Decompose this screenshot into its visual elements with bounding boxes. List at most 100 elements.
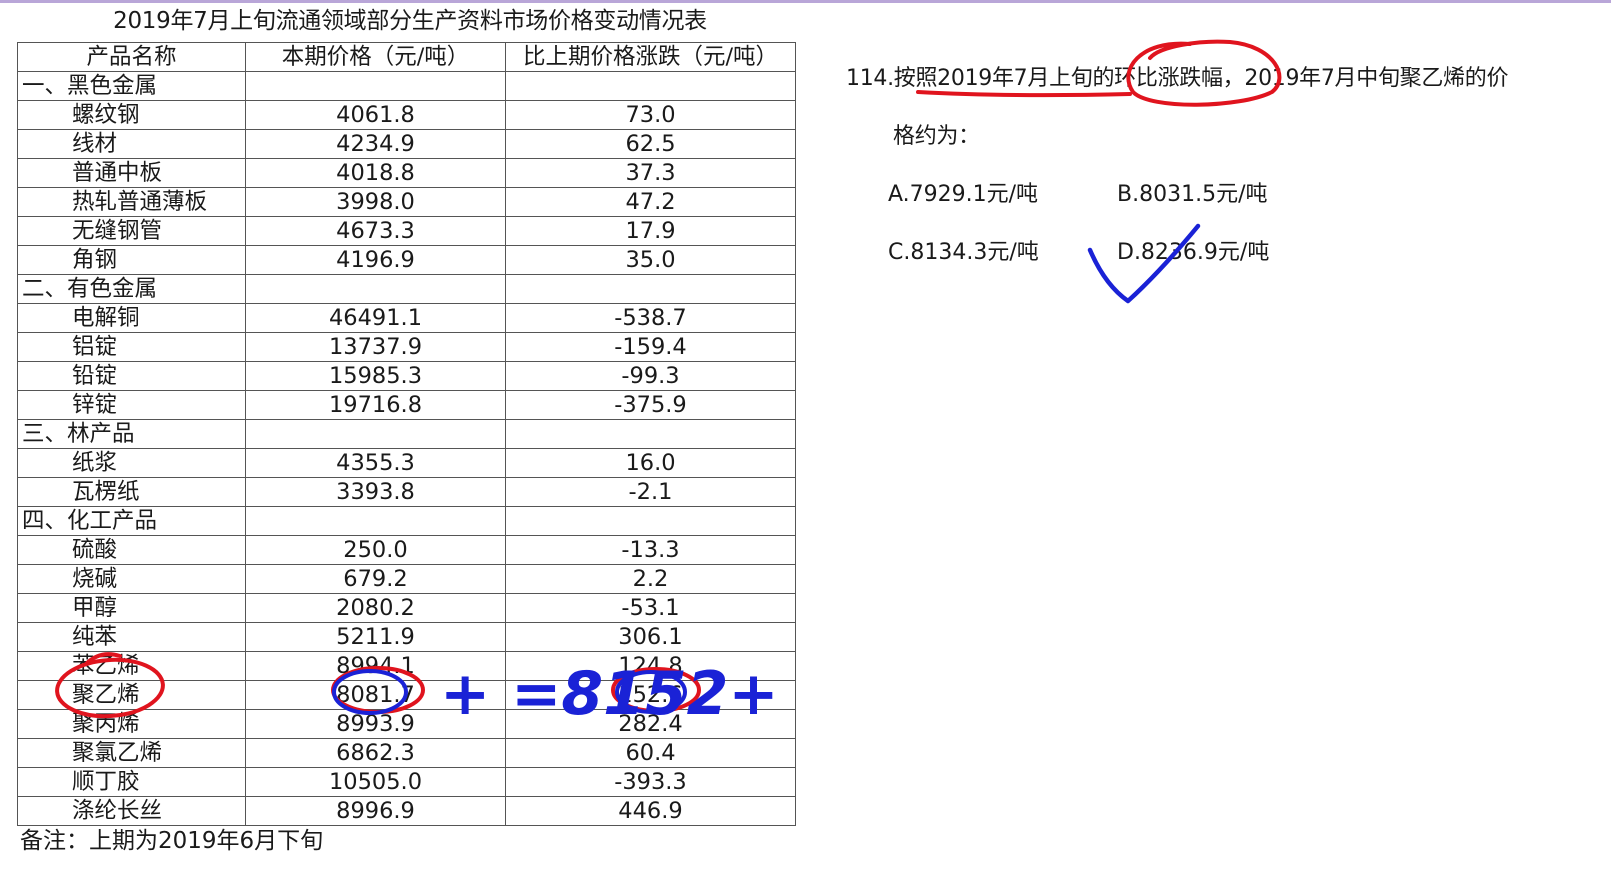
price-change: -538.7	[505, 303, 796, 333]
price-change: 60.4	[505, 738, 796, 768]
window-top-border	[0, 0, 1611, 3]
table-row: 铅锭 15985.3 -99.3	[17, 361, 796, 391]
price-change: 73.0	[505, 100, 796, 130]
price-change	[505, 419, 796, 449]
price-change: 152.6	[505, 680, 796, 710]
price-change	[505, 506, 796, 536]
category-name: 一、黑色金属	[17, 71, 246, 101]
current-price: 19716.8	[245, 390, 506, 420]
option-c: C.8134.3元/吨	[888, 240, 1039, 265]
current-price: 4234.9	[245, 129, 506, 159]
price-change: -159.4	[505, 332, 796, 362]
table-row: 顺丁胶 10505.0 -393.3	[17, 767, 796, 797]
price-change: -53.1	[505, 593, 796, 623]
product-name: 锌锭	[17, 390, 246, 420]
current-price: 13737.9	[245, 332, 506, 362]
table-row: 烧碱 679.2 2.2	[17, 564, 796, 594]
current-price	[245, 274, 506, 304]
current-price	[245, 419, 506, 449]
price-table: 产品名称 本期价格（元/吨） 比上期价格涨跌（元/吨） 一、黑色金属 螺纹钢 406…	[17, 42, 796, 826]
current-price: 4061.8	[245, 100, 506, 130]
table-body: 一、黑色金属 螺纹钢 4061.8 73.0 线材 4234.9 62.5 普通中板 4018.…	[17, 71, 796, 826]
current-price: 15985.3	[245, 361, 506, 391]
price-change: 306.1	[505, 622, 796, 652]
price-change	[505, 71, 796, 101]
table-header-row: 产品名称 本期价格（元/吨） 比上期价格涨跌（元/吨）	[17, 42, 796, 72]
category-name: 四、化工产品	[17, 506, 246, 536]
product-name: 无缝钢管	[17, 216, 246, 246]
current-price: 3393.8	[245, 477, 506, 507]
option-b: B.8031.5元/吨	[1117, 182, 1268, 207]
product-name: 甲醇	[17, 593, 246, 623]
price-change: 47.2	[505, 187, 796, 217]
table-row: 甲醇 2080.2 -53.1	[17, 593, 796, 623]
product-name: 电解铜	[17, 303, 246, 333]
product-name: 顺丁胶	[17, 767, 246, 797]
current-price: 5211.9	[245, 622, 506, 652]
question-text-line2: 格约为：	[893, 124, 980, 149]
current-price: 8994.1	[245, 651, 506, 681]
product-name: 螺纹钢	[17, 100, 246, 130]
current-price: 6862.3	[245, 738, 506, 768]
current-price: 46491.1	[245, 303, 506, 333]
price-change: 62.5	[505, 129, 796, 159]
table-row: 苯乙烯 8994.1 124.8	[17, 651, 796, 681]
table-row: 硫酸 250.0 -13.3	[17, 535, 796, 565]
product-name: 涤纶长丝	[17, 796, 246, 826]
price-change	[505, 274, 796, 304]
product-name: 纸浆	[17, 448, 246, 478]
product-name: 线材	[17, 129, 246, 159]
current-price: 4355.3	[245, 448, 506, 478]
table-row: 聚乙烯 8081.7 152.6	[17, 680, 796, 710]
table-row: 无缝钢管 4673.3 17.9	[17, 216, 796, 246]
current-price: 8081.7	[245, 680, 506, 710]
table-row: 涤纶长丝 8996.9 446.9	[17, 796, 796, 826]
price-change: 16.0	[505, 448, 796, 478]
current-price	[245, 506, 506, 536]
table-note: 备注：上期为2019年6月下旬	[20, 828, 324, 854]
table-category-row: 二、有色金属	[17, 274, 796, 304]
table-row: 铝锭 13737.9 -159.4	[17, 332, 796, 362]
table-row: 瓦楞纸 3393.8 -2.1	[17, 477, 796, 507]
current-price: 679.2	[245, 564, 506, 594]
product-name: 聚乙烯	[17, 680, 246, 710]
product-name: 铅锭	[17, 361, 246, 391]
current-price: 4018.8	[245, 158, 506, 188]
current-price: 4673.3	[245, 216, 506, 246]
column-header-change: 比上期价格涨跌（元/吨）	[505, 42, 796, 72]
price-change: 2.2	[505, 564, 796, 594]
product-name: 纯苯	[17, 622, 246, 652]
product-name: 聚氯乙烯	[17, 738, 246, 768]
product-name: 普通中板	[17, 158, 246, 188]
price-change: -99.3	[505, 361, 796, 391]
product-name: 烧碱	[17, 564, 246, 594]
table-row: 锌锭 19716.8 -375.9	[17, 390, 796, 420]
table-row: 热轧普通薄板 3998.0 47.2	[17, 187, 796, 217]
price-change: -393.3	[505, 767, 796, 797]
product-name: 铝锭	[17, 332, 246, 362]
product-name: 瓦楞纸	[17, 477, 246, 507]
product-name: 硫酸	[17, 535, 246, 565]
table-row: 角钢 4196.9 35.0	[17, 245, 796, 275]
column-header-price: 本期价格（元/吨）	[245, 42, 506, 72]
table-row: 螺纹钢 4061.8 73.0	[17, 100, 796, 130]
current-price: 2080.2	[245, 593, 506, 623]
product-name: 苯乙烯	[17, 651, 246, 681]
category-name: 三、林产品	[17, 419, 246, 449]
table-row: 电解铜 46491.1 -538.7	[17, 303, 796, 333]
price-change: -13.3	[505, 535, 796, 565]
category-name: 二、有色金属	[17, 274, 246, 304]
price-change: -2.1	[505, 477, 796, 507]
product-name: 聚丙烯	[17, 709, 246, 739]
current-price: 250.0	[245, 535, 506, 565]
option-a: A.7929.1元/吨	[888, 182, 1039, 207]
price-change: 17.9	[505, 216, 796, 246]
current-price: 3998.0	[245, 187, 506, 217]
table-category-row: 三、林产品	[17, 419, 796, 449]
current-price: 10505.0	[245, 767, 506, 797]
table-row: 纸浆 4355.3 16.0	[17, 448, 796, 478]
current-price: 8993.9	[245, 709, 506, 739]
product-name: 热轧普通薄板	[17, 187, 246, 217]
current-price: 4196.9	[245, 245, 506, 275]
table-row: 纯苯 5211.9 306.1	[17, 622, 796, 652]
